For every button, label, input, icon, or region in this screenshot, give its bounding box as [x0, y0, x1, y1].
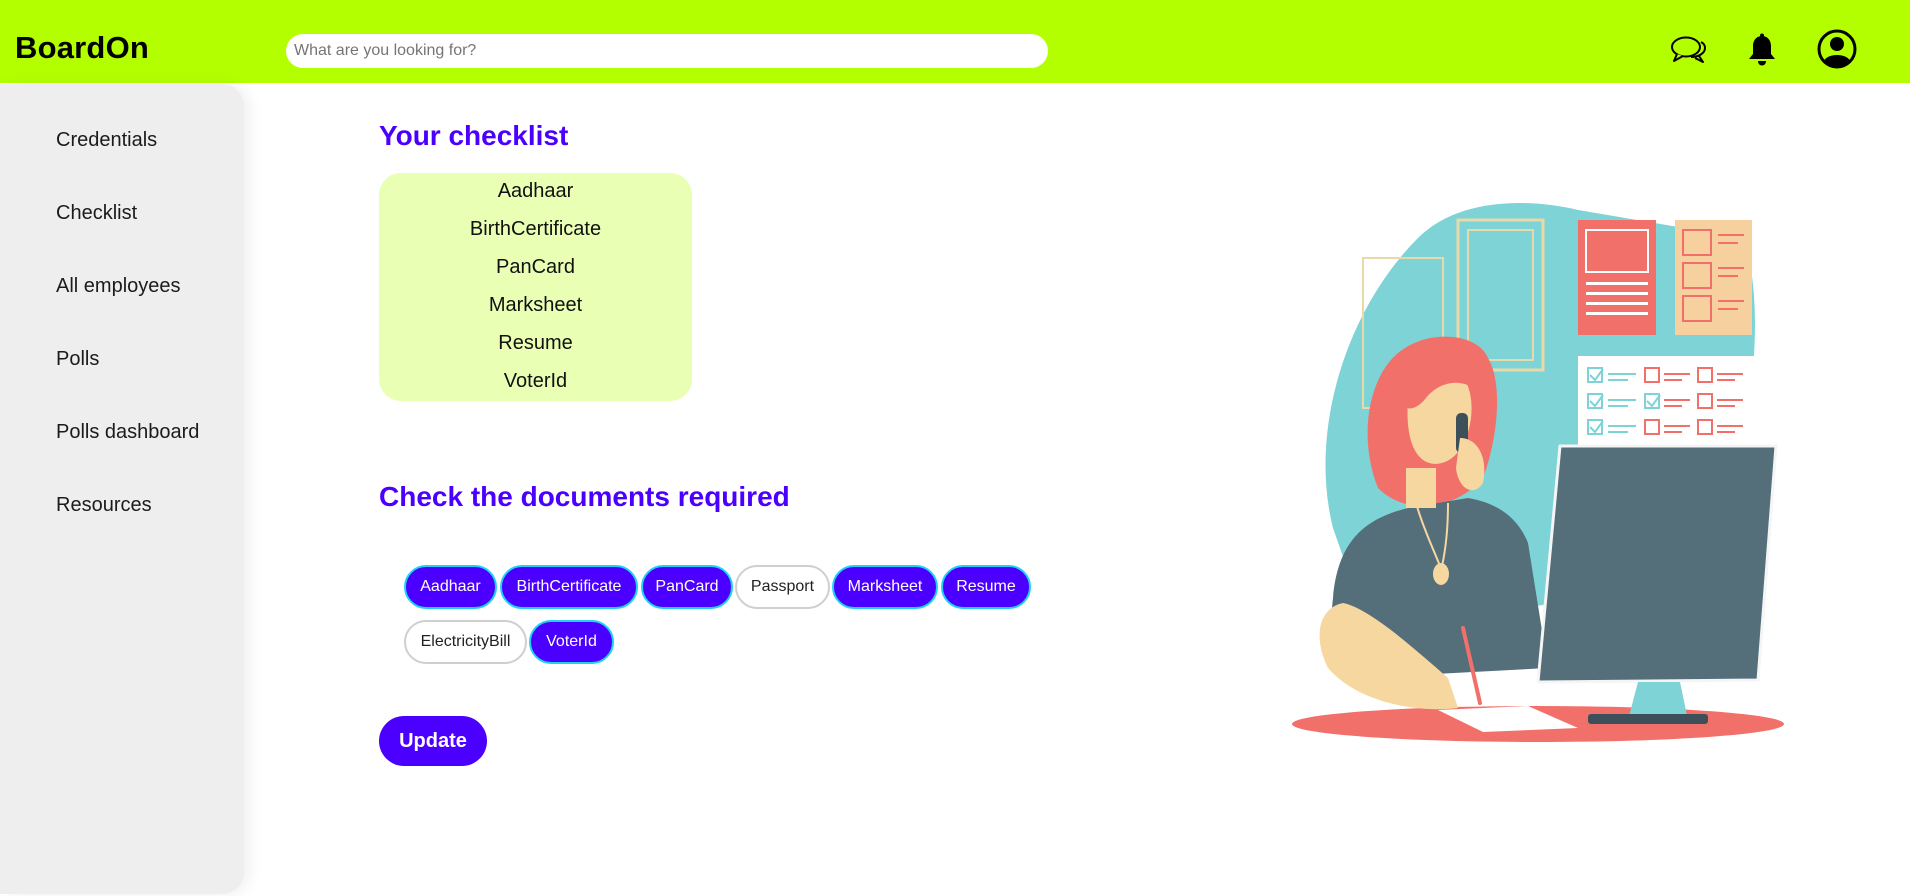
checklist-item: VoterId — [503, 370, 568, 392]
documents-title: Check the documents required — [379, 481, 790, 512]
brand-logo[interactable]: BoardOn — [15, 30, 149, 66]
document-chip-pancard[interactable]: PanCard — [641, 565, 733, 609]
sidebar: Credentials Checklist All employees Poll… — [0, 84, 244, 894]
woman-at-desk-illustration — [1288, 198, 1793, 743]
document-chip-resume[interactable]: Resume — [941, 565, 1031, 609]
document-chip-birthcertificate[interactable]: BirthCertificate — [500, 565, 638, 609]
checklist-title: Your checklist — [379, 120, 569, 151]
document-chip-passport[interactable]: Passport — [735, 565, 830, 609]
document-chip-marksheet[interactable]: Marksheet — [832, 565, 938, 609]
chat-icon[interactable] — [1669, 33, 1709, 67]
checklist-item: Aadhaar — [497, 180, 574, 202]
sidebar-item-polls-dashboard[interactable]: Polls dashboard — [56, 421, 199, 444]
checklist-item: Resume — [498, 332, 573, 354]
search-input[interactable] — [286, 34, 1048, 68]
update-button[interactable]: Update — [379, 716, 487, 766]
checklist-item: PanCard — [496, 256, 575, 278]
sidebar-item-checklist[interactable]: Checklist — [56, 202, 137, 225]
bell-icon[interactable] — [1747, 33, 1777, 67]
top-bar: BoardOn — [0, 0, 1910, 83]
checklist-item: Marksheet — [488, 294, 583, 316]
user-avatar-icon[interactable] — [1817, 29, 1857, 69]
checklist-item: BirthCertificate — [469, 218, 602, 240]
sidebar-item-resources[interactable]: Resources — [56, 494, 152, 517]
document-chip-electricitybill[interactable]: ElectricityBill — [404, 620, 527, 664]
document-chip-voterid[interactable]: VoterId — [529, 620, 614, 664]
sidebar-item-polls[interactable]: Polls — [56, 348, 99, 371]
checklist-card: Aadhaar BirthCertificate PanCard Markshe… — [379, 173, 692, 401]
document-chip-aadhaar[interactable]: Aadhaar — [404, 565, 497, 609]
sidebar-item-all-employees[interactable]: All employees — [56, 275, 181, 298]
sidebar-item-credentials[interactable]: Credentials — [56, 129, 157, 152]
